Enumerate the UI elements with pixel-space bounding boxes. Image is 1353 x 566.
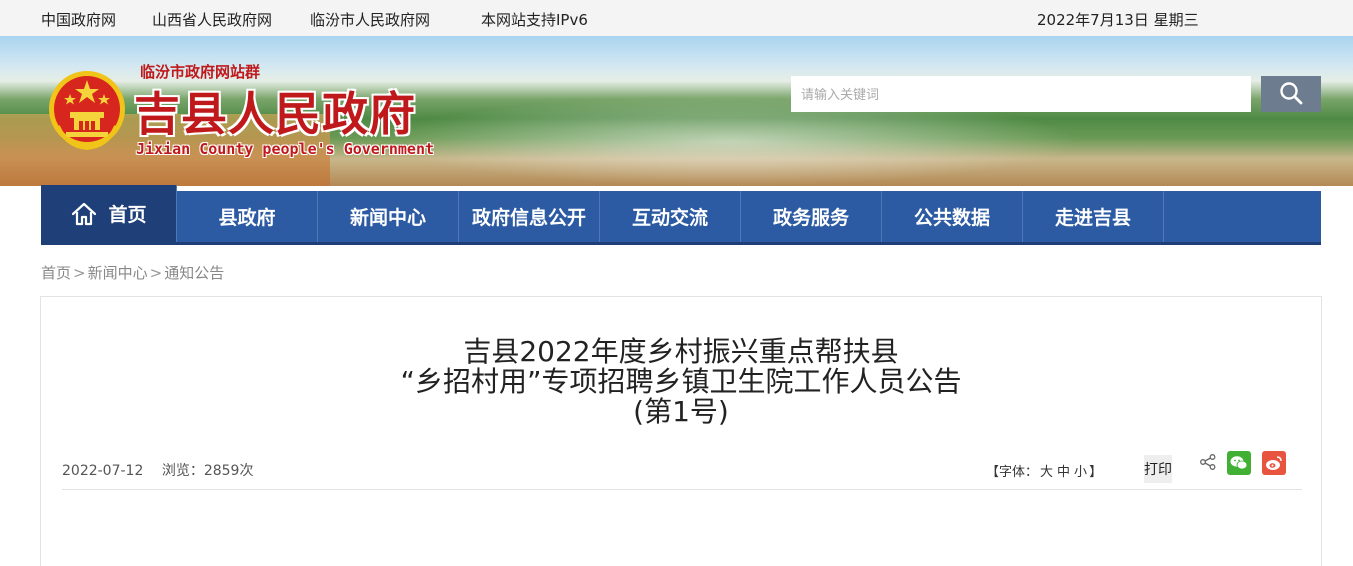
link-linfen-gov[interactable]: 临汾市人民政府网 [310, 9, 430, 30]
font-size-small[interactable]: 小 [1074, 465, 1087, 480]
main-nav: 首页 县政府 新闻中心 政府信息公开 互动交流 政务服务 公共数据 走进吉县 [41, 185, 1321, 245]
wechat-icon [1230, 456, 1248, 470]
nav-item-interaction[interactable]: 互动交流 [600, 191, 741, 242]
search-button[interactable] [1261, 76, 1321, 112]
nav-item-gov-services[interactable]: 政务服务 [741, 191, 882, 242]
nav-item-label: 首页 [108, 204, 147, 226]
link-gov-cn[interactable]: 中国政府网 [41, 9, 116, 30]
breadcrumb-home[interactable]: 首页 [41, 264, 71, 282]
print-button[interactable]: 打印 [1144, 455, 1172, 483]
site-title-en: Jixian County people's Government [136, 140, 435, 158]
font-size-large[interactable]: 大 [1040, 465, 1053, 480]
nav-item-info-disclosure[interactable]: 政府信息公开 [459, 191, 600, 242]
article-meta: 2022-07-12 浏览：2859次 [62, 460, 267, 480]
breadcrumb-notices[interactable]: 通知公告 [164, 264, 224, 282]
view-count: 浏览：2859次 [161, 463, 254, 479]
breadcrumb: 首页 > 新闻中心 > 通知公告 [41, 262, 224, 283]
nav-item-about-jixian[interactable]: 走进吉县 [1023, 191, 1164, 242]
national-emblem-icon [49, 71, 125, 151]
font-size-selector: 【字体：大中小】 [986, 461, 1102, 480]
search-icon [1280, 81, 1303, 104]
nav-item-public-data[interactable]: 公共数据 [882, 191, 1023, 242]
breadcrumb-separator: > [149, 264, 163, 282]
font-size-prefix: 【字体： [986, 465, 1039, 480]
article-title-line: 吉县2022年度乡村振兴重点帮扶县 [463, 335, 899, 368]
weibo-icon [1266, 456, 1282, 470]
current-date: 2022年7月13日 星期三 [1037, 11, 1199, 29]
meta-divider [62, 489, 1302, 490]
publish-date: 2022-07-12 [62, 463, 144, 479]
font-size-medium[interactable]: 中 [1057, 465, 1070, 480]
header-banner: 临汾市政府网站群 吉县人民政府 Jixian County people's G… [0, 36, 1353, 186]
weibo-share-icon[interactable] [1262, 451, 1286, 475]
search-input[interactable] [791, 76, 1251, 112]
nav-item-county-gov[interactable]: 县政府 [177, 191, 318, 242]
nav-item-news-center[interactable]: 新闻中心 [318, 191, 459, 242]
site-title: 吉县人民政府 [134, 87, 416, 141]
wechat-share-icon[interactable] [1227, 451, 1251, 475]
article-title-line: “乡招村用”专项招聘乡镇卫生院工作人员公告 [400, 365, 962, 398]
share-icon[interactable] [1199, 453, 1217, 471]
article-title-line: (第1号) [633, 395, 729, 428]
link-shanxi-gov[interactable]: 山西省人民政府网 [152, 9, 272, 30]
nav-item-home[interactable]: 首页 [41, 185, 177, 242]
article-card: 吉县2022年度乡村振兴重点帮扶县 “乡招村用”专项招聘乡镇卫生院工作人员公告 … [40, 296, 1322, 566]
font-size-suffix: 】 [1089, 465, 1103, 480]
article-title: 吉县2022年度乡村振兴重点帮扶县 “乡招村用”专项招聘乡镇卫生院工作人员公告 … [41, 337, 1321, 427]
breadcrumb-separator: > [73, 264, 86, 282]
top-bar: 中国政府网 山西省人民政府网 临汾市人民政府网 本网站支持IPv6 2022年7… [0, 0, 1353, 36]
link-ipv6[interactable]: 本网站支持IPv6 [481, 9, 588, 30]
breadcrumb-news-center[interactable]: 新闻中心 [88, 264, 148, 282]
home-icon [72, 202, 97, 225]
